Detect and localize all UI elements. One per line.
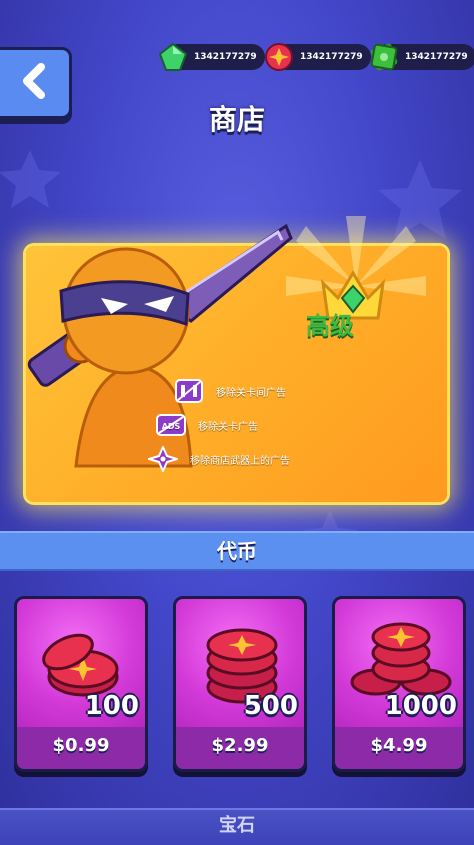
perk-label: 移除关卡间广告 (216, 387, 286, 399)
chevron-left-icon (23, 63, 45, 99)
no-video-ads-icon (175, 379, 203, 403)
coin-pack-500[interactable]: 500 $2.99 (173, 596, 307, 772)
gem-counter[interactable]: 1342177279 (158, 42, 265, 71)
coin-pack-100[interactable]: 100 $0.99 (14, 596, 148, 772)
cash-count: 1342177279 (405, 52, 468, 62)
perk-remove-interstitial-ads: 移除关卡间广告 (174, 378, 286, 404)
cash-counter[interactable]: 1342177279 (370, 43, 474, 71)
perk-label: 移除关卡广告 (198, 421, 258, 433)
coin-pack-amount: 1000 (384, 691, 457, 721)
perk-label: 移除商店武器上的广告 (190, 455, 290, 467)
no-ads-icon: ADS (156, 414, 186, 436)
gems-section-title: 宝石 (219, 815, 255, 836)
gem-count: 1342177279 (194, 52, 257, 62)
coin-pack-price: $2.99 (211, 735, 269, 756)
coin-pack-amount: 100 (84, 691, 139, 721)
perk-remove-level-ads: ADS 移除关卡广告 (156, 412, 258, 438)
perk-remove-shop-weapon-ads: 移除商店武器上的广告 (148, 446, 290, 472)
shuriken-icon (148, 446, 178, 472)
premium-offer-card[interactable]: 高级 移除关卡间广告 ADS 移除关卡广告 移除商店武器上的广告 (26, 216, 447, 502)
premium-badge-label: 高级 (306, 312, 354, 340)
cash-icon (370, 43, 398, 71)
coins-section-title: 代币 (217, 539, 257, 563)
gem-icon (158, 42, 188, 71)
coin-pack-price: $0.99 (52, 735, 110, 756)
coin-pack-price: $4.99 (370, 735, 428, 756)
page-title: 商店 (208, 103, 265, 136)
coin-counter[interactable]: 1342177279 (265, 43, 371, 71)
coin-count: 1342177279 (300, 52, 363, 62)
shuriken-coin-icon (265, 43, 293, 71)
coin-pack-1000[interactable]: 1000 $4.99 (332, 596, 466, 772)
coin-pack-amount: 500 (243, 691, 298, 721)
